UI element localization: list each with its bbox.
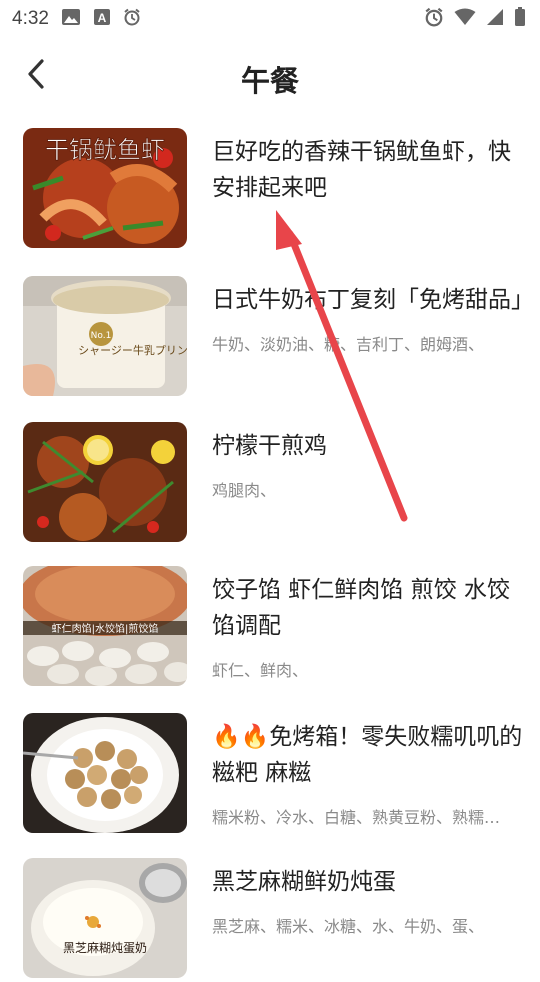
status-time: 4:32 <box>12 8 49 29</box>
signal-icon <box>486 8 504 30</box>
wifi-icon <box>454 8 476 30</box>
recipe-item[interactable]: 🔥🔥免烤箱！零失败糯叽叽的糍粑 麻糍 糯米粉、冷水、白糖、熟黄豆粉、熟糯米粉、 <box>0 713 540 837</box>
status-left: 4:32 A <box>12 8 141 30</box>
recipe-item[interactable]: 干锅鱿鱼虾 巨好吃的香辣干锅鱿鱼虾，快安排起来吧 <box>0 128 540 252</box>
svg-text:A: A <box>98 11 107 25</box>
recipe-item[interactable]: 黑芝麻糊炖蛋奶 黑芝麻糊鲜奶炖蛋 黑芝麻、糯米、冰糖、水、牛奶、蛋、 <box>0 858 540 982</box>
recipe-text: 饺子馅 虾仁鲜肉馅 煎饺 水饺馅调配 虾仁、鲜肉、 <box>212 572 524 681</box>
recipe-text: 柠檬干煎鸡 鸡腿肉、 <box>212 428 524 501</box>
image-icon <box>61 8 81 30</box>
recipe-thumbnail: 黑芝麻糊炖蛋奶 <box>23 858 187 978</box>
header: 午餐 <box>0 44 540 108</box>
recipe-item[interactable]: 虾仁肉馅|水饺馅|煎饺馅 饺子馅 虾仁鲜肉馅 煎饺 水饺馅调配 虾仁、鲜肉、 <box>0 566 540 690</box>
recipe-text: 🔥🔥免烤箱！零失败糯叽叽的糍粑 麻糍 糯米粉、冷水、白糖、熟黄豆粉、熟糯米粉、 <box>212 719 524 828</box>
recipe-ingredients: 牛奶、淡奶油、糖、吉利丁、朗姆酒、 <box>212 335 485 354</box>
recipe-thumbnail: 虾仁肉馅|水饺馅|煎饺馅 <box>23 566 187 686</box>
recipe-thumbnail: 干锅鱿鱼虾 <box>23 128 187 248</box>
recipe-thumbnail: No.1 シャージー牛乳プリン <box>23 276 187 396</box>
font-a-icon: A <box>93 8 111 30</box>
thumb-caption: 黑芝麻糊炖蛋奶 <box>63 940 147 955</box>
recipe-thumbnail <box>23 422 187 542</box>
recipe-text: 日式牛奶布丁复刻「免烤甜品」 牛奶、淡奶油、糖、吉利丁、朗姆酒、 <box>212 282 534 355</box>
recipe-title: 🔥🔥免烤箱！零失败糯叽叽的糍粑 麻糍 <box>212 724 523 786</box>
recipe-text: 巨好吃的香辣干锅鱿鱼虾，快安排起来吧 <box>212 134 524 206</box>
alarm-clock-icon <box>424 7 444 31</box>
recipe-title: 日式牛奶布丁复刻「免烤甜品」 <box>212 287 534 313</box>
recipe-item[interactable]: No.1 シャージー牛乳プリン 日式牛奶布丁复刻「免烤甜品」 牛奶、淡奶油、糖、… <box>0 276 540 400</box>
alarm-clock-icon <box>123 8 141 30</box>
recipe-thumbnail <box>23 713 187 833</box>
recipe-ingredients: 糯米粉、冷水、白糖、熟黄豆粉、熟糯米粉、 <box>212 808 516 827</box>
battery-icon <box>514 7 526 31</box>
recipe-title: 饺子馅 虾仁鲜肉馅 煎饺 水饺馅调配 <box>212 577 510 639</box>
recipe-ingredients: 黑芝麻、糯米、冰糖、水、牛奶、蛋、 <box>212 917 485 936</box>
page-title: 午餐 <box>240 64 299 98</box>
recipe-title: 黑芝麻糊鲜奶炖蛋 <box>212 869 396 895</box>
thumb-caption: 干锅鱿鱼虾 <box>45 136 165 164</box>
thumb-caption: 虾仁肉馅|水饺馅|煎饺馅 <box>52 622 159 635</box>
recipe-ingredients: 鸡腿肉、 <box>212 481 277 500</box>
svg-text:No.1: No.1 <box>91 331 112 341</box>
recipe-text: 黑芝麻糊鲜奶炖蛋 黑芝麻、糯米、冰糖、水、牛奶、蛋、 <box>212 864 524 937</box>
status-right <box>424 7 526 31</box>
recipe-item[interactable]: 柠檬干煎鸡 鸡腿肉、 <box>0 422 540 546</box>
status-bar: 4:32 A <box>0 0 540 38</box>
recipe-title: 柠檬干煎鸡 <box>212 433 327 459</box>
thumb-caption: シャージー牛乳プリン <box>78 343 187 357</box>
recipe-ingredients: 虾仁、鲜肉、 <box>212 661 309 680</box>
recipe-title: 巨好吃的香辣干锅鱿鱼虾，快安排起来吧 <box>212 139 511 201</box>
